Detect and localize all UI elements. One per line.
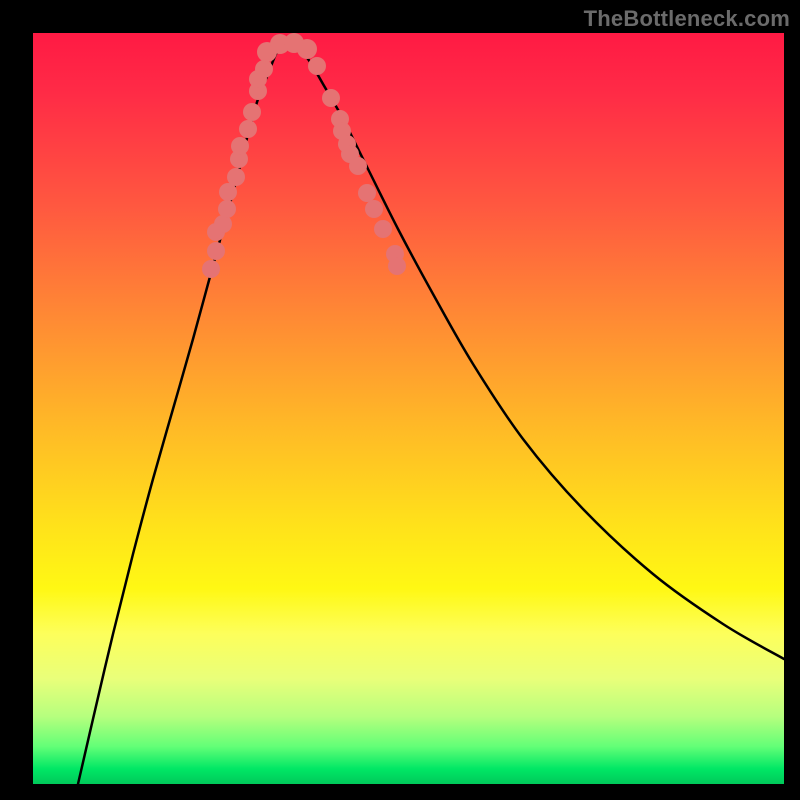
data-dot [365,200,383,218]
data-dot [308,57,326,75]
data-dot [207,242,225,260]
data-dot [231,137,249,155]
data-dot [358,184,376,202]
bottleneck-curve [78,42,784,784]
data-dot [243,103,261,121]
chart-svg [33,33,784,784]
watermark-text: TheBottleneck.com [584,6,790,32]
chart-frame: TheBottleneck.com [0,0,800,800]
data-dot [255,60,273,78]
data-dot [297,39,317,59]
data-dot [218,200,236,218]
data-dot [227,168,245,186]
data-dots [202,33,406,278]
data-dot [388,257,406,275]
data-dot [202,260,220,278]
plot-area [33,33,784,784]
data-dot [374,220,392,238]
data-dot [239,120,257,138]
data-dot [322,89,340,107]
data-dot [349,157,367,175]
